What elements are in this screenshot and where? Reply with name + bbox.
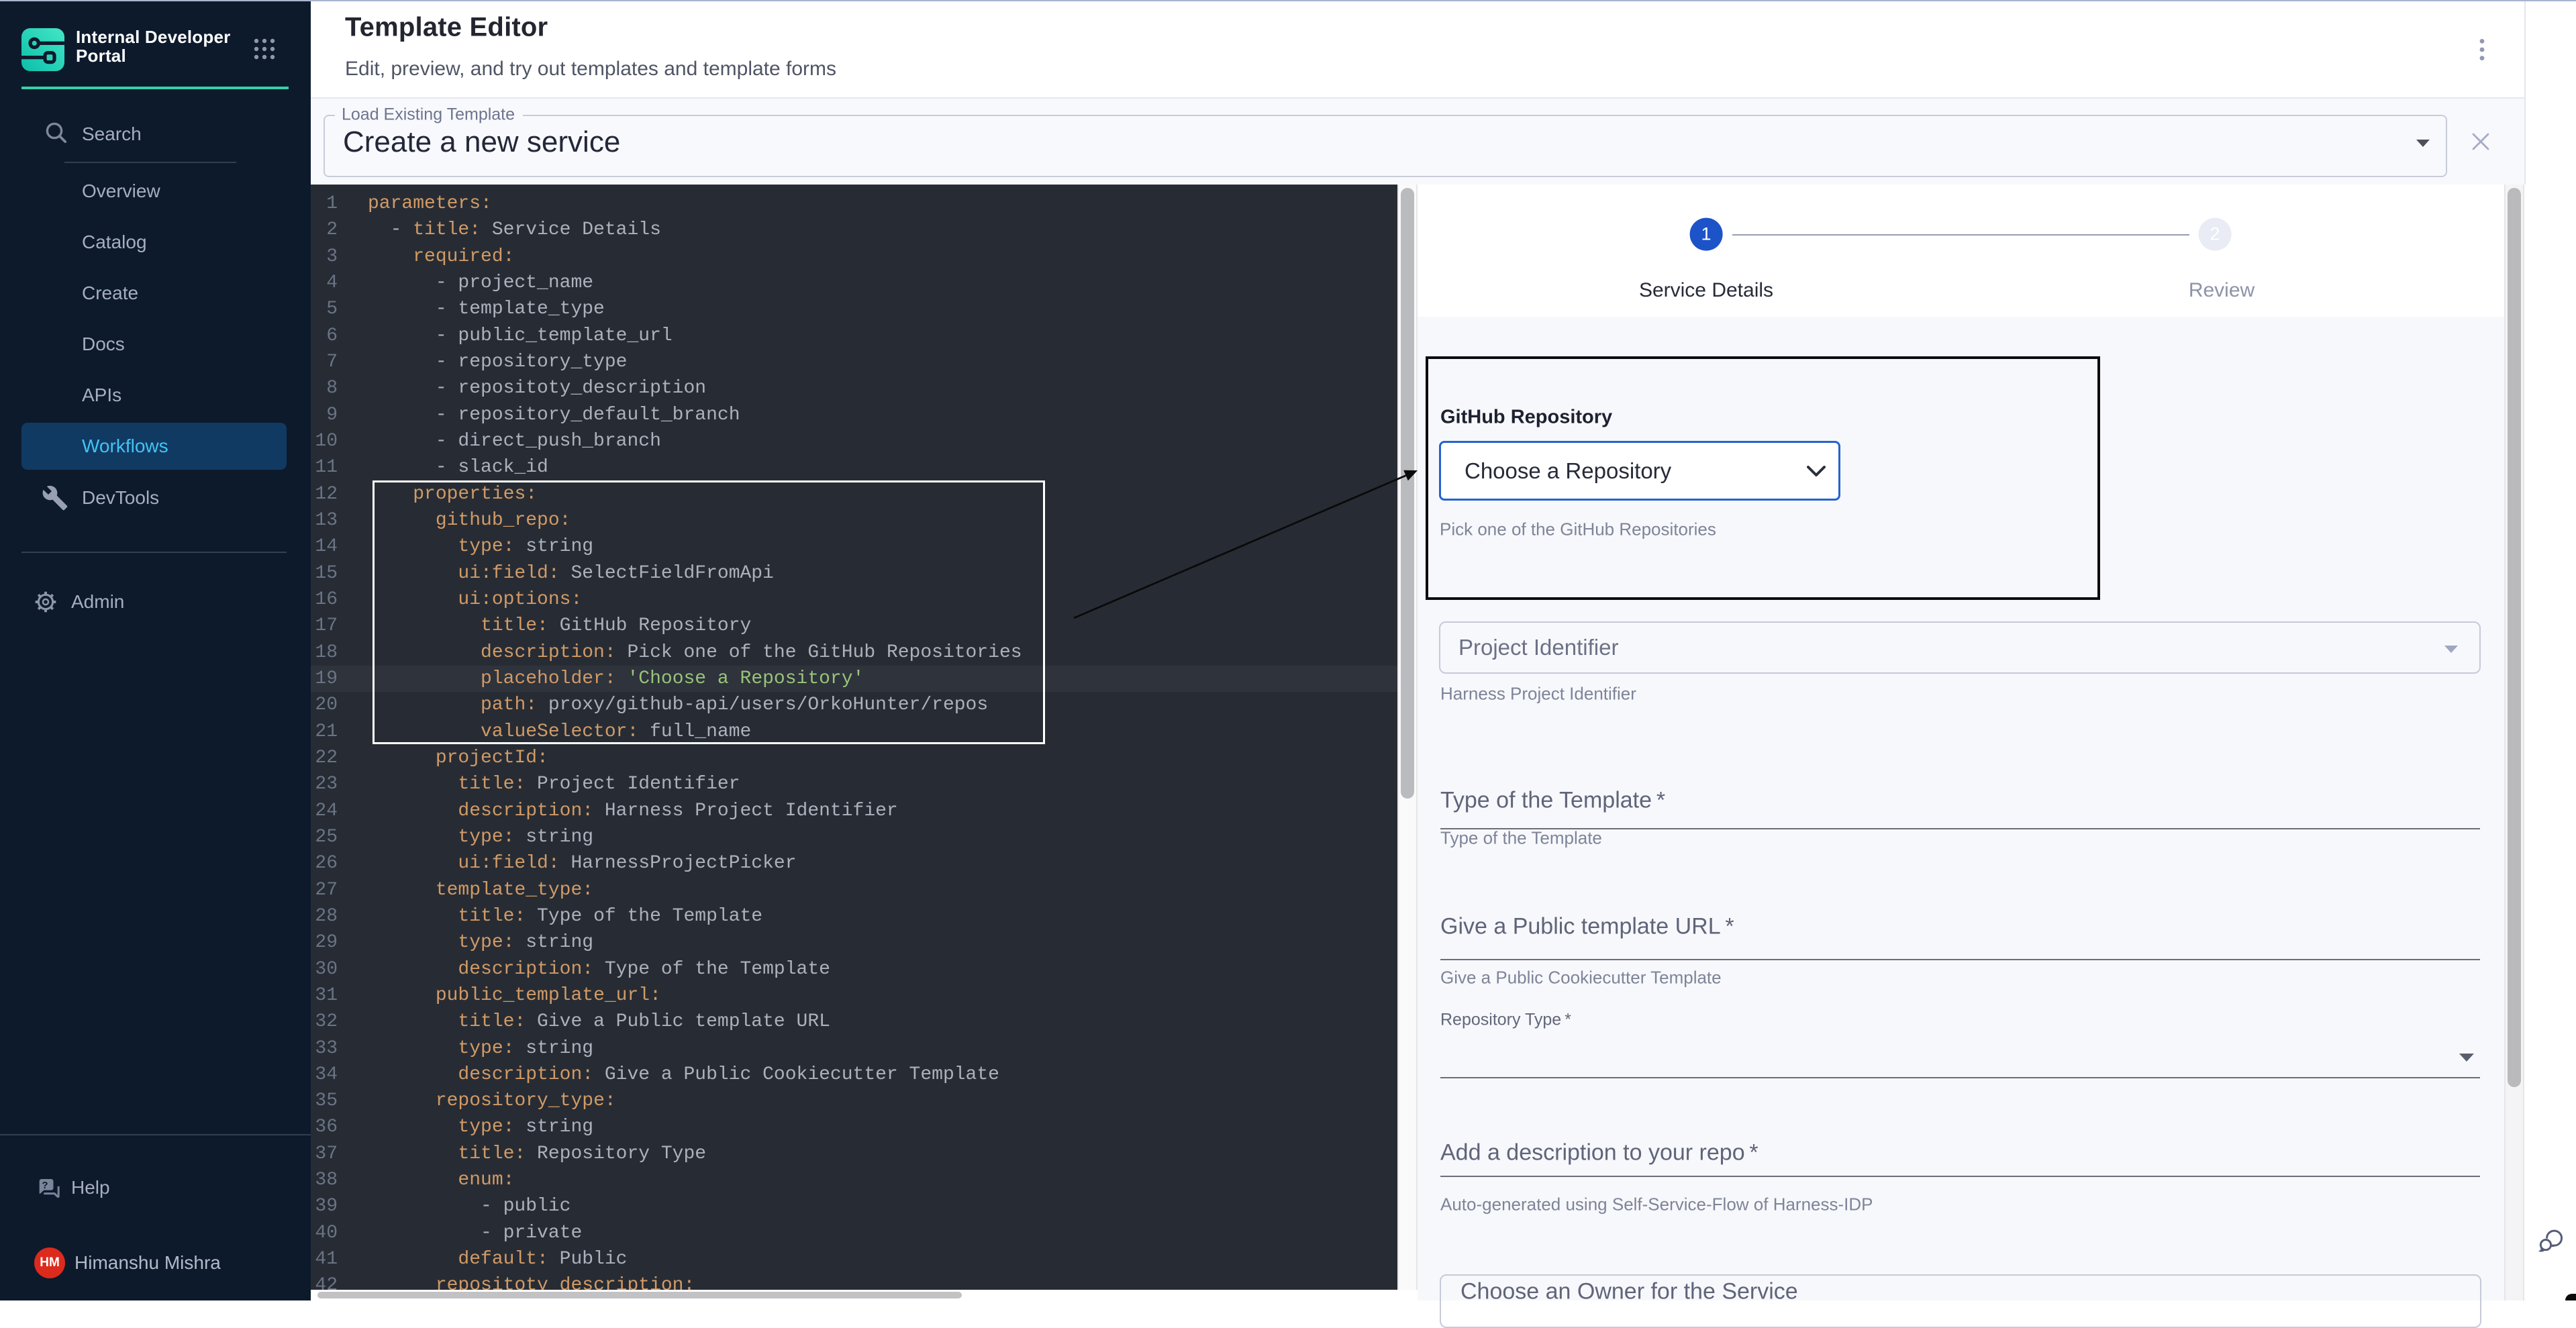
svg-text:?: ? xyxy=(42,1180,48,1191)
